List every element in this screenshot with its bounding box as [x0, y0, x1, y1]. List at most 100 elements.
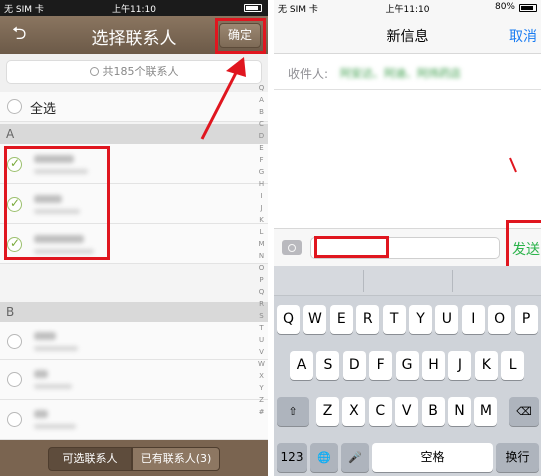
index-letter[interactable]: F — [255, 154, 268, 166]
camera-icon[interactable] — [282, 240, 302, 255]
index-letter[interactable]: L — [255, 226, 268, 238]
index-letter[interactable]: M — [255, 238, 268, 250]
section-header-b: B — [0, 302, 268, 322]
index-letter[interactable]: T — [255, 322, 268, 334]
recipient-field[interactable]: 收件人: 阿安达、阿迪、阿炜药店 — [274, 54, 541, 90]
key-c[interactable]: C — [368, 397, 392, 426]
key-x[interactable]: X — [342, 397, 366, 426]
index-letter[interactable]: I — [255, 190, 268, 202]
key-a[interactable]: A — [290, 351, 313, 380]
index-letter[interactable]: P — [255, 274, 268, 286]
numbers-key[interactable]: 123 — [277, 443, 307, 472]
nav-bar: 新信息 取消 — [274, 16, 541, 54]
bottom-tab-bar: 可选联系人 已有联系人(3) — [0, 440, 268, 476]
key-f[interactable]: F — [369, 351, 393, 380]
page-title: 新信息 — [386, 29, 429, 45]
key-q[interactable]: Q — [277, 305, 300, 334]
return-key[interactable]: 换行 — [496, 443, 539, 472]
index-letter[interactable]: Y — [255, 382, 268, 394]
key-s[interactable]: S — [316, 351, 340, 380]
recipient-names[interactable]: 阿安达、阿迪、阿炜药店 — [340, 65, 461, 81]
delete-icon: ⌫ — [516, 405, 532, 418]
contact-row[interactable] — [0, 360, 268, 400]
highlight-box-message-input — [314, 236, 389, 258]
index-letter[interactable]: O — [255, 262, 268, 274]
clock: 上午11:10 — [112, 5, 156, 15]
annotation-arrow-icon — [200, 57, 246, 140]
delete-key[interactable]: ⌫ — [509, 397, 539, 426]
index-letter[interactable]: K — [255, 214, 268, 226]
divider — [363, 270, 364, 292]
index-letter[interactable]: R — [255, 298, 268, 310]
contact-checkbox[interactable] — [7, 372, 22, 387]
search-placeholder: 共185个联系人 — [102, 65, 179, 78]
battery-icon — [519, 4, 537, 12]
keyboard: QWERTYUIOP ASDFGHJKL ZXCVBNM ⇧ ⌫ 123 🌐 🎤… — [274, 266, 541, 476]
index-letter[interactable]: V — [255, 346, 268, 358]
status-bar: 无 SIM 卡 上午11:10 — [0, 0, 268, 16]
contact-name-blurred — [34, 410, 48, 418]
key-h[interactable]: H — [422, 351, 445, 380]
divider — [452, 270, 453, 292]
key-b[interactable]: B — [421, 397, 445, 426]
contact-name-blurred — [34, 370, 48, 378]
index-letter[interactable]: G — [255, 166, 268, 178]
key-r[interactable]: R — [356, 305, 380, 334]
shift-icon: ⇧ — [288, 405, 298, 418]
key-e[interactable]: E — [329, 305, 353, 334]
contact-checkbox[interactable] — [7, 334, 22, 349]
contact-picker-screen: 无 SIM 卡 上午11:10 ⮌ 选择联系人 确定 共185个联系人 全选 A… — [0, 0, 268, 476]
contact-row[interactable] — [0, 400, 268, 440]
new-message-screen: 无 SIM 卡 上午11:10 80% 新信息 取消 收件人: 阿安达、阿迪、阿… — [274, 0, 541, 476]
tab-existing-contacts[interactable]: 已有联系人(3) — [132, 447, 220, 471]
index-letter[interactable]: S — [255, 310, 268, 322]
index-letter[interactable]: J — [255, 202, 268, 214]
key-w[interactable]: W — [303, 305, 327, 334]
contact-name-blurred — [34, 332, 56, 340]
recipient-label: 收件人: — [288, 67, 329, 81]
tab-available-contacts[interactable]: 可选联系人 — [48, 447, 132, 471]
globe-icon: 🌐 — [317, 451, 331, 464]
highlight-box-checked-contacts — [4, 146, 110, 260]
search-icon — [89, 67, 99, 76]
key-z[interactable]: Z — [316, 397, 339, 426]
annotation-tick-icon — [509, 157, 517, 173]
key-l[interactable]: L — [501, 351, 525, 380]
cancel-button[interactable]: 取消 — [509, 26, 537, 46]
index-letter[interactable]: W — [255, 358, 268, 370]
empty-row — [0, 264, 268, 302]
key-p[interactable]: P — [514, 305, 538, 334]
space-key[interactable]: 空格 — [372, 443, 493, 472]
suggestion-bar — [274, 266, 541, 296]
index-letter[interactable]: Z — [255, 394, 268, 406]
key-o[interactable]: O — [488, 305, 512, 334]
key-v[interactable]: V — [395, 397, 419, 426]
key-k[interactable]: K — [474, 351, 498, 380]
index-letter[interactable]: # — [255, 406, 268, 418]
shift-key[interactable]: ⇧ — [277, 397, 309, 426]
index-letter[interactable]: Q — [255, 286, 268, 298]
globe-key[interactable]: 🌐 — [310, 443, 338, 472]
contact-checkbox[interactable] — [7, 412, 22, 427]
index-letter[interactable]: H — [255, 178, 268, 190]
index-letter[interactable]: N — [255, 250, 268, 262]
key-u[interactable]: U — [435, 305, 459, 334]
microphone-key[interactable]: 🎤 — [341, 443, 369, 472]
key-g[interactable]: G — [395, 351, 419, 380]
key-m[interactable]: M — [474, 397, 498, 426]
key-d[interactable]: D — [342, 351, 366, 380]
contact-row[interactable] — [0, 322, 268, 360]
key-y[interactable]: Y — [409, 305, 432, 334]
highlight-box-confirm — [215, 18, 266, 54]
key-n[interactable]: N — [448, 397, 471, 426]
index-letter[interactable]: U — [255, 334, 268, 346]
highlight-box-send — [506, 220, 541, 270]
battery-icon — [244, 4, 262, 12]
index-letter[interactable]: X — [255, 370, 268, 382]
select-all-radio[interactable] — [7, 99, 22, 114]
key-j[interactable]: J — [448, 351, 472, 380]
select-all-label: 全选 — [30, 102, 57, 117]
key-t[interactable]: T — [382, 305, 406, 334]
contact-detail-blurred — [34, 346, 78, 351]
key-i[interactable]: I — [461, 305, 485, 334]
